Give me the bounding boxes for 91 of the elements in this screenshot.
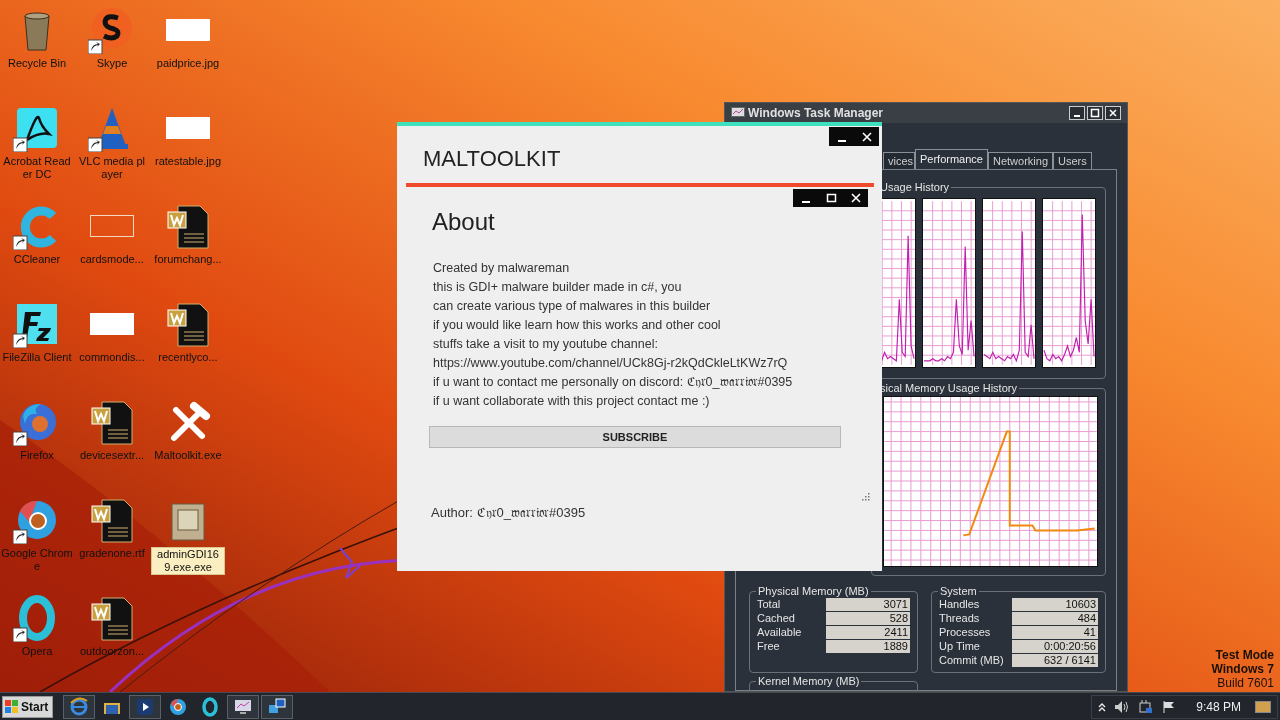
resize-grip-icon xyxy=(861,492,870,501)
close-button[interactable] xyxy=(1105,106,1121,120)
stat-value: 0:00:20:56 xyxy=(1012,640,1098,653)
app-title: MALTOOLKIT xyxy=(423,146,562,172)
close-icon xyxy=(848,191,863,205)
stat-value: 41 xyxy=(1012,626,1098,639)
about-text-line: this is GDI+ malware builder made in c#, you xyxy=(433,279,683,296)
file-icon xyxy=(166,117,210,139)
tab[interactable]: Performance xyxy=(915,149,988,169)
play-icon xyxy=(135,696,155,717)
os-notice-text: Windows 7 xyxy=(1211,662,1274,676)
speaker-icon[interactable] xyxy=(1114,699,1131,714)
minimize-button[interactable] xyxy=(1069,106,1085,120)
stat-label: Cached xyxy=(757,612,796,625)
about-text-line: https://www.youtube.com/channel/UCk8Gj-r2kQdCkleLtKWz7rQ xyxy=(433,355,789,372)
file-icon xyxy=(166,19,210,41)
about-text-line: stuffs take a visit to my youtube channel: xyxy=(433,336,659,353)
about-text-line: if u want to contact me personally on discord: ℭ𝔶𝔯0_𝔴𝔞𝔯𝔯𝔦𝔬𝔯#0395 xyxy=(433,374,794,391)
taskbar-button[interactable] xyxy=(261,694,293,719)
taskbar-button[interactable] xyxy=(63,694,95,719)
desktop-icon-label[interactable]: adminGDI169.exe.exe xyxy=(151,547,225,575)
file-icon xyxy=(90,313,134,335)
opera-icon xyxy=(200,696,220,717)
os-notice-text: Build 7601 xyxy=(1217,676,1274,690)
desktop-icon-label[interactable]: paidprice.jpg xyxy=(151,57,225,70)
minimize-icon xyxy=(801,201,810,203)
chevron-up-icon[interactable] xyxy=(1098,701,1107,712)
windows-logo-icon xyxy=(5,699,19,714)
desktop-icon-label[interactable]: recentlyco... xyxy=(151,351,225,364)
stat-label: Commit (MB) xyxy=(939,654,1005,667)
stat-value: 484 xyxy=(1012,612,1098,625)
stat-label: Total xyxy=(757,598,782,611)
chrome-icon xyxy=(168,696,188,717)
stat-label: Processes xyxy=(939,626,992,639)
about-text-line: if you would like learn how this works and other cool xyxy=(433,317,722,334)
desktop-icon-label[interactable]: commondis... xyxy=(75,351,149,364)
desktop-icon-label[interactable]: devicesextr... xyxy=(75,449,149,462)
minimize-icon xyxy=(837,139,846,142)
desktop-icon-label[interactable]: Maltoolkit.exe xyxy=(151,449,225,462)
stat-value: 3071 xyxy=(826,598,910,611)
show-desktop-button[interactable] xyxy=(1255,700,1271,713)
group-title: Physical Memory (MB) xyxy=(756,584,871,598)
stat-value: 632 / 6141 xyxy=(1012,654,1098,667)
tab[interactable]: Networking xyxy=(988,152,1053,169)
desktop-icon-label[interactable]: Acrobat Reader DC xyxy=(0,155,74,181)
group-title: System xyxy=(938,584,979,598)
desktop-icon-label[interactable]: CCleaner xyxy=(0,253,74,266)
taskbar-button[interactable] xyxy=(227,694,259,719)
desktop-icon-label[interactable]: Skype xyxy=(75,57,149,70)
window-title: Windows Task Manager xyxy=(748,105,884,122)
stat-value: 10603 xyxy=(1012,598,1098,611)
stat-label: Handles xyxy=(939,598,981,611)
desktop-icon-label[interactable]: FileZilla Client xyxy=(0,351,74,364)
about-text-line: if u want collaborate with this project contact me :) xyxy=(433,393,711,410)
clock[interactable]: 9:48 PM xyxy=(1196,697,1241,716)
tab[interactable]: vices xyxy=(883,152,915,169)
minimize-icon xyxy=(1074,115,1080,117)
stat-value: 1889 xyxy=(826,640,910,653)
close-icon xyxy=(1108,108,1118,118)
page-heading: About xyxy=(432,207,496,237)
maximize-icon xyxy=(1090,108,1100,118)
desktop-icon-label[interactable]: VLC media player xyxy=(75,155,149,181)
network-icon[interactable] xyxy=(1138,699,1155,714)
desktop-icon-label[interactable]: Recycle Bin xyxy=(0,57,74,70)
browser-icon xyxy=(69,696,89,717)
stat-label: Available xyxy=(757,626,803,639)
group-title: Kernel Memory (MB) xyxy=(756,674,862,688)
monitor-icon xyxy=(731,107,745,119)
desktop-icon-label[interactable]: Google Chrome xyxy=(0,547,74,573)
desktop-icon-label[interactable]: Firefox xyxy=(0,449,74,462)
subscribe-button[interactable]: SUBSCRIBE xyxy=(429,426,841,448)
stat-value: 2411 xyxy=(826,626,910,639)
tab[interactable]: Users xyxy=(1053,152,1092,169)
about-text-line: can create various type of malwares in this builder xyxy=(433,298,712,315)
close-icon xyxy=(859,129,874,144)
desktop-icon-label[interactable]: gradenone.rtf xyxy=(75,547,149,560)
taskbar-button[interactable] xyxy=(129,694,161,719)
desktop-icon-label[interactable]: forumchang... xyxy=(151,253,225,266)
stat-label: Free xyxy=(757,640,781,653)
stat-label: Threads xyxy=(939,612,981,625)
stat-label: Up Time xyxy=(939,640,981,653)
os-notice-text: Test Mode xyxy=(1215,648,1274,662)
desktop-icon-label[interactable]: cardsmode... xyxy=(75,253,149,266)
flag-icon[interactable] xyxy=(1162,699,1177,714)
file-icon xyxy=(90,215,134,237)
stat-value: 528 xyxy=(826,612,910,625)
desktop-icon-label[interactable]: ratestable.jpg xyxy=(151,155,225,168)
maximize-button[interactable] xyxy=(1087,106,1103,120)
about-text-line: Created by malwareman xyxy=(433,260,571,277)
author-text: Author: ℭ𝔶𝔯0_𝔴𝔞𝔯𝔯𝔦𝔬𝔯#0395 xyxy=(431,504,587,522)
start-button[interactable]: Start xyxy=(2,695,53,718)
